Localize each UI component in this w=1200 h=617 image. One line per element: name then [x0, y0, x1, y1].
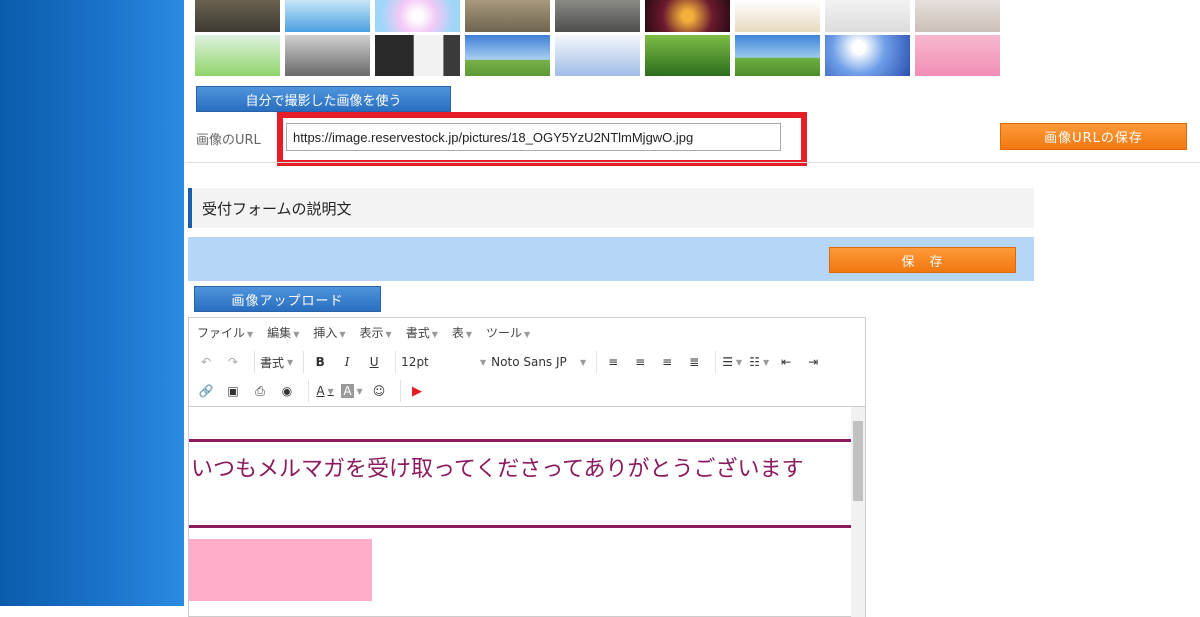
headline-top-rule: [189, 439, 851, 442]
editor-scrollbar[interactable]: [851, 407, 865, 617]
pink-block: [189, 539, 372, 601]
menu-file[interactable]: ファイル ▼: [197, 324, 253, 341]
italic-icon[interactable]: I: [336, 351, 358, 373]
thumbnail[interactable]: [825, 35, 910, 76]
numbered-list-icon[interactable]: ☷ ▼: [748, 351, 770, 373]
thumbnail[interactable]: [285, 0, 370, 32]
image-url-label: 画像のURL: [196, 133, 261, 148]
use-own-photo-button[interactable]: 自分で撮影した画像を使う: [196, 86, 451, 112]
image-url-input[interactable]: https://image.reservestock.jp/pictures/1…: [286, 123, 781, 151]
youtube-icon[interactable]: ▶: [406, 380, 428, 402]
thumbnail[interactable]: [195, 35, 280, 76]
editor-toolbar-1: ↶ ↷ 書式 ▼ B I U 12pt ▼ Noto Sans JP ▼ ≡ ≡ ≡ …: [189, 348, 865, 376]
section-title: 受付フォームの説明文: [188, 188, 1034, 228]
headline-bottom-rule: [189, 525, 851, 528]
menu-format[interactable]: 書式 ▼: [406, 324, 438, 341]
thumbnail[interactable]: [645, 35, 730, 76]
align-right-icon[interactable]: ≡: [656, 351, 678, 373]
editor-content[interactable]: いつもメルマガを受け取ってくださってありがとうございます: [189, 406, 865, 617]
divider: [186, 162, 1200, 163]
link-icon[interactable]: 🔗: [195, 380, 217, 402]
rich-text-editor: ファイル ▼ 編集 ▼ 挿入 ▼ 表示 ▼ 書式 ▼ 表 ▼ ツール ▼ ↶ ↷ 書式 ▼ B …: [188, 317, 866, 617]
thumbnail[interactable]: [375, 35, 460, 76]
bold-icon[interactable]: B: [309, 351, 331, 373]
thumbnail[interactable]: [465, 35, 550, 76]
menu-edit[interactable]: 編集 ▼: [267, 324, 299, 341]
editor-menubar: ファイル ▼ 編集 ▼ 挿入 ▼ 表示 ▼ 書式 ▼ 表 ▼ ツール ▼: [189, 318, 865, 347]
image-icon[interactable]: ▣: [222, 380, 244, 402]
thumbnail[interactable]: [555, 35, 640, 76]
format-select[interactable]: 書式 ▼: [260, 351, 293, 373]
redo-icon[interactable]: ↷: [222, 351, 244, 373]
emoticon-icon[interactable]: ☺: [368, 380, 390, 402]
undo-icon[interactable]: ↶: [195, 351, 217, 373]
menu-table[interactable]: 表 ▼: [452, 324, 472, 341]
preview-icon[interactable]: ◉: [276, 380, 298, 402]
thumbnail[interactable]: [645, 0, 730, 32]
text-color-icon[interactable]: A ▼: [314, 380, 336, 402]
sidebar: [0, 0, 184, 606]
font-family-select[interactable]: Noto Sans JP ▼: [491, 351, 586, 373]
menu-view[interactable]: 表示 ▼: [360, 324, 392, 341]
thumbnail[interactable]: [735, 0, 820, 32]
thumbnail[interactable]: [825, 0, 910, 32]
scrollbar-thumb[interactable]: [853, 421, 863, 501]
thumbnail[interactable]: [195, 0, 280, 32]
menu-insert[interactable]: 挿入 ▼: [313, 324, 345, 341]
indent-icon[interactable]: ⇥: [802, 351, 824, 373]
headline-text: いつもメルマガを受け取ってくださってありがとうございます: [191, 457, 804, 482]
thumbnail[interactable]: [285, 35, 370, 76]
background-color-icon[interactable]: A ▼: [341, 380, 363, 402]
underline-icon[interactable]: U: [363, 351, 385, 373]
align-justify-icon[interactable]: ≣: [683, 351, 705, 373]
thumbnail[interactable]: [465, 0, 550, 32]
save-bar: 保 存: [188, 237, 1034, 281]
save-button[interactable]: 保 存: [829, 247, 1016, 273]
editor-toolbar-2: 🔗 ▣ ⎙ ◉ A ▼ A ▼ ☺ ▶: [189, 377, 865, 405]
print-icon[interactable]: ⎙: [249, 380, 271, 402]
align-center-icon[interactable]: ≡: [629, 351, 651, 373]
thumbnail[interactable]: [375, 0, 460, 32]
font-size-select[interactable]: 12pt ▼: [401, 351, 486, 373]
thumbnail[interactable]: [915, 35, 1000, 76]
bullet-list-icon[interactable]: ☰ ▼: [721, 351, 743, 373]
align-left-icon[interactable]: ≡: [602, 351, 624, 373]
outdent-icon[interactable]: ⇤: [775, 351, 797, 373]
thumbnail[interactable]: [555, 0, 640, 32]
save-image-url-button[interactable]: 画像URLの保存: [1000, 123, 1187, 150]
thumbnail[interactable]: [735, 35, 820, 76]
thumbnail[interactable]: [915, 0, 1000, 32]
menu-tools[interactable]: ツール ▼: [486, 324, 530, 341]
image-upload-button[interactable]: 画像アップロード: [194, 286, 381, 312]
